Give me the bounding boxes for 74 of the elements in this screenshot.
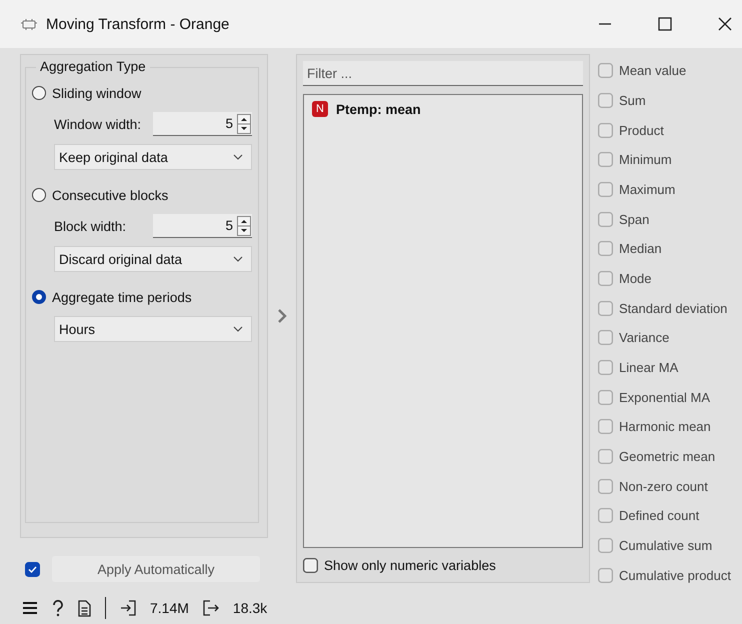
radio-label[interactable]: Sliding window <box>52 86 142 100</box>
checkbox-label[interactable]: Maximum <box>619 182 676 198</box>
apply-button[interactable]: Apply Automatically <box>52 556 260 582</box>
checkbox-label[interactable]: Span <box>619 212 650 227</box>
checkbox[interactable] <box>598 212 613 227</box>
input-size: 7.14M <box>150 600 189 616</box>
checkbox-label[interactable]: Show only numeric variables <box>324 558 496 573</box>
filter-field[interactable]: Filter ... <box>303 61 583 86</box>
checkbox-label[interactable]: Mean value <box>619 63 686 78</box>
close-icon[interactable] <box>718 17 732 31</box>
checkbox[interactable] <box>598 93 613 108</box>
checkbox[interactable] <box>598 122 613 138</box>
checkbox[interactable] <box>598 419 613 434</box>
checkbox-label[interactable]: Variance <box>619 330 670 346</box>
checkbox-label[interactable]: Linear MA <box>619 360 678 376</box>
checkbox-label[interactable]: Mode <box>619 271 652 286</box>
checkbox[interactable] <box>598 360 613 376</box>
spin-arrows-icon[interactable] <box>237 114 251 134</box>
maximize-icon[interactable] <box>658 17 672 31</box>
checkbox[interactable] <box>598 241 613 256</box>
help-icon[interactable] <box>52 600 64 616</box>
radio-label[interactable]: Consecutive blocks <box>52 188 168 202</box>
checkbox-label[interactable]: Minimum <box>619 152 672 168</box>
checkbox-label[interactable]: Cumulative product <box>619 568 731 583</box>
checkbox[interactable] <box>598 568 613 583</box>
document-icon[interactable] <box>78 600 91 616</box>
checkbox[interactable] <box>598 508 613 524</box>
checkbox[interactable] <box>598 182 613 198</box>
spin-arrows-icon[interactable] <box>237 216 251 236</box>
output-icon <box>202 600 219 616</box>
radio-label[interactable]: Aggregate time periods <box>52 290 192 304</box>
checkbox[interactable] <box>303 558 318 573</box>
checkbox[interactable] <box>598 271 613 286</box>
chevron-down-icon <box>233 154 243 160</box>
radio-button[interactable] <box>32 188 46 202</box>
checkbox-label[interactable]: Median <box>619 241 662 256</box>
radio-button[interactable] <box>32 86 46 100</box>
chevron-down-icon <box>233 326 243 332</box>
app-icon <box>20 16 38 32</box>
checkbox-label[interactable]: Defined count <box>619 508 700 524</box>
checkbox-label[interactable]: Harmonic mean <box>619 419 711 434</box>
chevron-right-icon[interactable] <box>277 308 287 324</box>
checkbox[interactable] <box>598 478 613 494</box>
menu-icon[interactable] <box>22 601 38 615</box>
checkbox[interactable] <box>598 152 613 168</box>
numeric-badge: N <box>312 101 328 117</box>
checkbox[interactable] <box>598 538 613 554</box>
checkbox[interactable] <box>598 300 613 316</box>
checkbox-label[interactable]: Non-zero count <box>619 478 708 494</box>
checkbox[interactable] <box>598 330 613 346</box>
checkbox-label[interactable]: Exponential MA <box>619 390 710 405</box>
checkbox-label[interactable]: Cumulative sum <box>619 538 712 554</box>
checkbox[interactable] <box>25 562 40 576</box>
output-size: 18.3k <box>232 600 268 616</box>
checkbox[interactable] <box>598 390 613 405</box>
dropdown[interactable]: Discard original data <box>54 246 252 272</box>
checkbox-label[interactable]: Geometric mean <box>619 449 716 464</box>
chevron-down-icon <box>233 256 243 262</box>
input-icon <box>120 600 136 616</box>
dropdown[interactable]: Keep original data <box>54 144 252 170</box>
variable-label[interactable]: Ptemp: mean <box>336 102 421 116</box>
number-field[interactable]: 5 <box>152 214 252 238</box>
checkbox-label[interactable]: Standard deviation <box>619 300 728 316</box>
spin-label: Window width: <box>54 116 142 132</box>
radio-button[interactable] <box>32 290 46 304</box>
checkbox[interactable] <box>598 63 613 78</box>
checkbox[interactable] <box>598 449 613 464</box>
spin-label: Block width: <box>54 218 128 234</box>
number-field[interactable]: 5 <box>152 112 252 136</box>
window-title: Moving Transform - Orange <box>46 16 230 32</box>
checkbox-label[interactable]: Sum <box>619 93 646 108</box>
dropdown[interactable]: Hours <box>54 316 252 342</box>
group-title: Aggregation Type <box>36 59 150 74</box>
checkbox-label[interactable]: Product <box>619 122 664 138</box>
